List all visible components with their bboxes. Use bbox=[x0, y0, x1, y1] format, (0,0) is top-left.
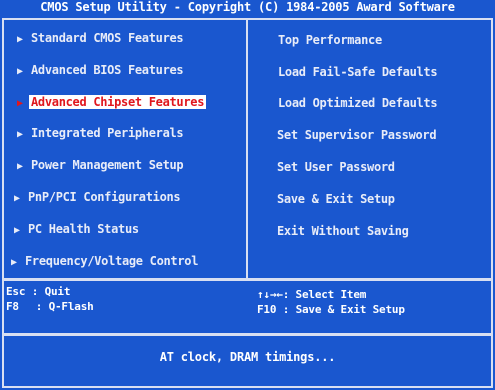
menu-item-set-user-password[interactable]: Set User Password bbox=[277, 159, 395, 175]
menu-item-power-management-setup[interactable]: ▶ Power Management Setup bbox=[17, 157, 184, 173]
menu-item-load-optimized-defaults[interactable]: Load Optimized Defaults bbox=[278, 95, 438, 111]
arrow-right-icon: ▶ bbox=[17, 66, 23, 77]
help-esc-quit: Esc : Quit bbox=[6, 285, 70, 299]
arrows-action-label: : Select Item bbox=[282, 288, 367, 301]
help-f10-save-exit: F10 : Save & Exit Setup bbox=[257, 303, 405, 317]
menu-item-pnp-pci-configurations[interactable]: ▶ PnP/PCI Configurations bbox=[14, 189, 181, 205]
menu-item-label: PnP/PCI Configurations bbox=[28, 190, 181, 204]
menu-item-load-fail-safe-defaults[interactable]: Load Fail-Safe Defaults bbox=[278, 64, 438, 80]
menu-item-label: Frequency/Voltage Control bbox=[25, 254, 199, 268]
menu-item-advanced-chipset-features[interactable]: ▶ Advanced Chipset Features bbox=[17, 94, 207, 110]
menu-item-frequency-voltage-control[interactable]: ▶ Frequency/Voltage Control bbox=[11, 253, 198, 269]
menu-item-save-exit-setup[interactable]: Save & Exit Setup bbox=[277, 191, 395, 207]
arrow-right-icon: ▶ bbox=[17, 34, 23, 45]
menu-item-top-performance[interactable]: Top Performance bbox=[278, 32, 382, 48]
arrow-right-icon: ▶ bbox=[17, 129, 23, 140]
f8-action-label: : Q-Flash bbox=[35, 300, 94, 313]
esc-action-label: : Quit bbox=[31, 285, 71, 298]
esc-key-label: Esc bbox=[6, 285, 26, 298]
menu-column-divider bbox=[246, 18, 248, 280]
menu-item-label: Integrated Peripherals bbox=[31, 126, 184, 140]
menu-item-exit-without-saving[interactable]: Exit Without Saving bbox=[277, 223, 409, 239]
arrow-right-icon: ▶ bbox=[14, 193, 20, 204]
menu-item-label: Advanced Chipset Features bbox=[29, 95, 207, 109]
menu-item-label: Advanced BIOS Features bbox=[31, 63, 184, 77]
menu-item-advanced-bios-features[interactable]: ▶ Advanced BIOS Features bbox=[17, 62, 184, 78]
menu-item-standard-cmos-features[interactable]: ▶ Standard CMOS Features bbox=[17, 30, 184, 46]
menu-item-label: PC Health Status bbox=[28, 222, 139, 236]
menu-item-label: Power Management Setup bbox=[31, 158, 184, 172]
arrow-right-icon: ▶ bbox=[14, 225, 20, 236]
menu-item-pc-health-status[interactable]: ▶ PC Health Status bbox=[14, 221, 139, 237]
arrow-keys-icon: ↑↓→← bbox=[257, 288, 283, 301]
menu-item-label: Standard CMOS Features bbox=[31, 31, 184, 45]
help-arrows-select: ↑↓→←: Select Item bbox=[257, 288, 366, 302]
status-description: AT clock, DRAM timings... bbox=[159, 350, 336, 364]
help-f8-qflash: F8 : Q-Flash bbox=[6, 300, 94, 314]
menu-item-integrated-peripherals[interactable]: ▶ Integrated Peripherals bbox=[17, 125, 184, 141]
f10-action-label: : Save & Exit Setup bbox=[282, 303, 405, 316]
window-title: CMOS Setup Utility - Copyright (C) 1984-… bbox=[40, 0, 455, 14]
menu-item-set-supervisor-password[interactable]: Set Supervisor Password bbox=[277, 127, 437, 143]
f10-key-label: F10 bbox=[257, 303, 277, 316]
arrow-right-icon: ▶ bbox=[17, 161, 23, 172]
arrow-right-icon: ▶ bbox=[11, 257, 17, 268]
f8-key-label: F8 bbox=[6, 300, 19, 313]
